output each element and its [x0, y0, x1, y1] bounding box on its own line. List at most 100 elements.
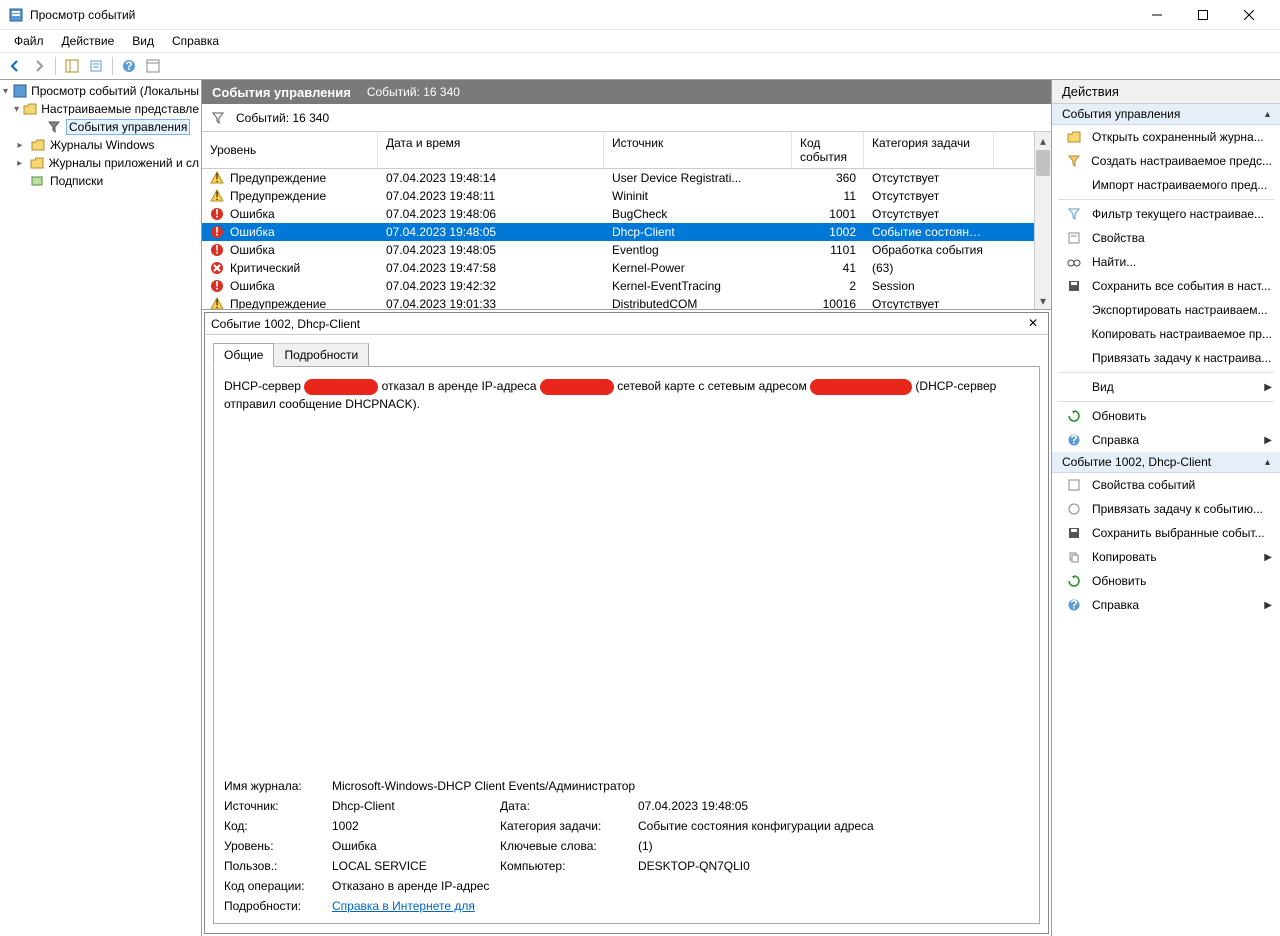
eventviewer-icon: [13, 83, 27, 99]
help-button[interactable]: ?: [118, 55, 140, 77]
action-event-props[interactable]: Свойства событий: [1052, 473, 1280, 497]
tree-subscriptions[interactable]: Подписки: [0, 172, 201, 190]
meta-source: Dhcp-Client: [332, 799, 492, 813]
expand-icon[interactable]: ▾: [14, 104, 19, 115]
scrollbar[interactable]: ▴ ▾: [1034, 132, 1051, 309]
action-find[interactable]: Найти...: [1052, 250, 1280, 274]
event-row[interactable]: !Предупреждение07.04.2023 19:48:14User D…: [202, 169, 1034, 187]
col-level[interactable]: Уровень: [202, 132, 378, 168]
col-source[interactable]: Источник: [604, 132, 792, 168]
event-row[interactable]: !Ошибка07.04.2023 19:48:06BugCheck1001От…: [202, 205, 1034, 223]
forward-button[interactable]: [28, 55, 50, 77]
action-properties[interactable]: Свойства: [1052, 226, 1280, 250]
subscriptions-icon: [30, 173, 46, 189]
minimize-button[interactable]: [1134, 0, 1180, 30]
action-export[interactable]: Экспортировать настраиваем...: [1052, 298, 1280, 322]
action-save-all[interactable]: Сохранить все события в наст...: [1052, 274, 1280, 298]
collapse-icon[interactable]: ▴: [1265, 109, 1270, 120]
detail-title-bar: Событие 1002, Dhcp-Client ✕: [205, 313, 1048, 335]
action-refresh-2[interactable]: Обновить: [1052, 569, 1280, 593]
show-tree-button[interactable]: [61, 55, 83, 77]
col-date[interactable]: Дата и время: [378, 132, 604, 168]
meta-log: Microsoft-Windows-DHCP Client Events/Адм…: [332, 779, 1029, 793]
properties-button[interactable]: [85, 55, 107, 77]
menu-help[interactable]: Справка: [164, 32, 227, 50]
expand-icon[interactable]: ▸: [14, 158, 25, 169]
main-area: ▾ Просмотр событий (Локальны ▾ Настраива…: [0, 80, 1280, 936]
expand-icon[interactable]: ▸: [14, 140, 26, 151]
menu-action[interactable]: Действие: [54, 32, 123, 50]
event-row[interactable]: Критический07.04.2023 19:47:58Kernel-Pow…: [202, 259, 1034, 277]
tree-admin-events[interactable]: События управления: [0, 118, 201, 136]
folder-icon: [29, 155, 44, 171]
action-open-saved[interactable]: Открыть сохраненный журна...: [1052, 125, 1280, 149]
tab-details[interactable]: Подробности: [273, 343, 369, 367]
col-id[interactable]: Код события: [792, 132, 864, 168]
svg-text:!: !: [215, 171, 218, 185]
action-help-2[interactable]: ?Справка▶: [1052, 593, 1280, 617]
meta-date: 07.04.2023 19:48:05: [638, 799, 1029, 813]
action-help[interactable]: ?Справка▶: [1052, 428, 1280, 452]
tree-label: События управления: [66, 119, 190, 135]
action-copy-view[interactable]: Копировать настраиваемое пр...: [1052, 322, 1280, 346]
tab-general[interactable]: Общие: [213, 343, 274, 367]
err-icon: !: [210, 207, 224, 221]
action-copy-submenu[interactable]: Копировать▶: [1052, 545, 1280, 569]
detail-close-button[interactable]: ✕: [1024, 316, 1042, 332]
scroll-down-icon[interactable]: ▾: [1035, 292, 1051, 309]
event-row[interactable]: !Предупреждение07.04.2023 19:48:11Winini…: [202, 187, 1034, 205]
action-view-submenu[interactable]: Вид▶: [1052, 375, 1280, 399]
collapse-icon[interactable]: ▴: [1265, 457, 1270, 468]
action-attach-event-task[interactable]: Привязать задачу к событию...: [1052, 497, 1280, 521]
back-button[interactable]: [4, 55, 26, 77]
properties-icon: [1066, 477, 1082, 493]
meta-opcode: Отказано в аренде IP-адрес: [332, 879, 1029, 893]
action-create-view[interactable]: Создать настраиваемое предс...: [1052, 149, 1280, 173]
tree-root[interactable]: ▾ Просмотр событий (Локальны: [0, 82, 201, 100]
action-refresh[interactable]: Обновить: [1052, 404, 1280, 428]
chevron-right-icon: ▶: [1264, 552, 1272, 563]
action-attach-task[interactable]: Привязать задачу к настраива...: [1052, 346, 1280, 370]
tree-windows-logs[interactable]: ▸ Журналы Windows: [0, 136, 201, 154]
actions-section-2: Событие 1002, Dhcp-Client ▴: [1052, 452, 1280, 473]
actions-header: Действия: [1052, 80, 1280, 104]
svg-text:!: !: [215, 207, 219, 221]
expand-icon[interactable]: ▾: [2, 86, 9, 97]
detail-title: Событие 1002, Dhcp-Client: [211, 317, 1024, 331]
menu-view[interactable]: Вид: [124, 32, 162, 50]
funnel-icon: [1066, 206, 1082, 222]
help-icon: ?: [1066, 597, 1082, 613]
action-filter-current[interactable]: Фильтр текущего настраивае...: [1052, 202, 1280, 226]
action-import-view[interactable]: Импорт настраиваемого пред...: [1052, 173, 1280, 197]
chevron-right-icon: ▶: [1264, 435, 1272, 446]
funnel-icon: [212, 112, 224, 124]
redacted-block: [304, 379, 378, 395]
window-title: Просмотр событий: [30, 8, 1134, 22]
task-icon: [1066, 501, 1082, 517]
refresh-tool-button[interactable]: [142, 55, 164, 77]
event-row[interactable]: !Ошибка07.04.2023 19:48:05Eventlog1101Об…: [202, 241, 1034, 259]
menu-file[interactable]: Файл: [6, 32, 52, 50]
funnel-icon: [1066, 153, 1081, 169]
event-row[interactable]: !Ошибка07.04.2023 19:42:32Kernel-EventTr…: [202, 277, 1034, 295]
tree-panel: ▾ Просмотр событий (Локальны ▾ Настраива…: [0, 80, 202, 936]
action-save-selected[interactable]: Сохранить выбранные событ...: [1052, 521, 1280, 545]
col-cat[interactable]: Категория задачи: [864, 132, 994, 168]
toolbar: ?: [0, 52, 1280, 80]
scroll-thumb[interactable]: [1036, 150, 1050, 176]
tree-app-logs[interactable]: ▸ Журналы приложений и сл: [0, 154, 201, 172]
properties-icon: [1066, 230, 1082, 246]
list-header: Уровень Дата и время Источник Код событи…: [202, 132, 1034, 169]
tree-label: Настраиваемые представле: [41, 102, 199, 116]
details-help-link[interactable]: Справка в Интернете для: [332, 899, 475, 913]
actions-section-1: События управления ▴: [1052, 104, 1280, 125]
scroll-up-icon[interactable]: ▴: [1035, 132, 1051, 149]
event-row[interactable]: !Ошибка07.04.2023 19:48:05Dhcp-Client100…: [202, 223, 1034, 241]
tree-custom-views[interactable]: ▾ Настраиваемые представле: [0, 100, 201, 118]
event-row[interactable]: !Предупреждение07.04.2023 19:01:33Distri…: [202, 295, 1034, 309]
warn-icon: !: [210, 297, 224, 309]
close-button[interactable]: [1226, 0, 1272, 30]
tree-label: Просмотр событий (Локальны: [31, 84, 199, 98]
maximize-button[interactable]: [1180, 0, 1226, 30]
event-properties: Имя журнала: Microsoft-Windows-DHCP Clie…: [224, 769, 1029, 913]
